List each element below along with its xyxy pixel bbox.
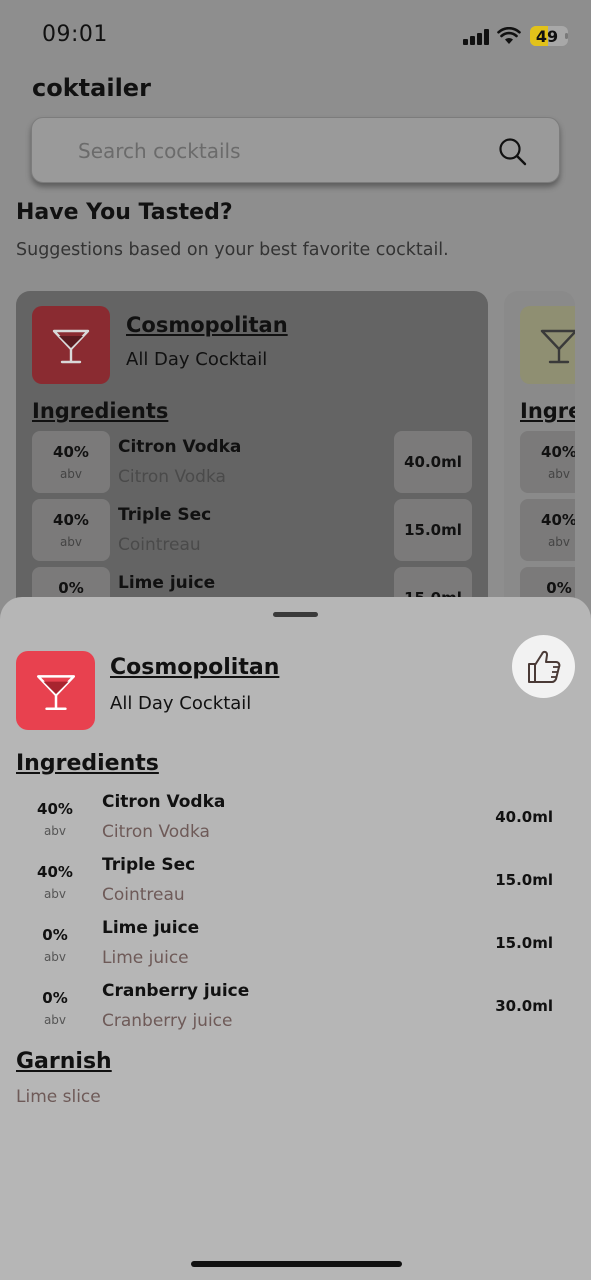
status-time: 09:01 [42, 22, 108, 47]
abv-value: 0% [42, 989, 68, 1007]
abv-label: abv [59, 467, 83, 481]
abv-label: abv [43, 1013, 67, 1027]
abv-value: 0% [42, 926, 68, 944]
ingredient-brand: Cranberry juice [102, 1011, 233, 1031]
garnish-title: Garnish [16, 1049, 112, 1074]
card-cocktail-name: Cosmopolitan [126, 313, 288, 337]
ingredient-amount: 30.0ml [495, 997, 553, 1015]
abv-value: 0% [546, 579, 572, 597]
abv-label: abv [43, 950, 67, 964]
cellular-signal-icon [463, 29, 489, 45]
sheet-grabber[interactable] [273, 612, 318, 617]
abv-value: 40% [37, 800, 73, 818]
ingredient-amount: 40.0ml [495, 808, 553, 826]
suggestions-subtitle: Suggestions based on your best favorite … [16, 240, 449, 260]
status-bar: 09:01 49 [0, 0, 591, 72]
ingredient-name: Citron Vodka [118, 437, 242, 457]
martini-glass-icon [540, 329, 575, 364]
abv-pill: 40% abv [32, 431, 110, 493]
amount-pill: 40.0ml [394, 431, 472, 493]
cocktail-thumbnail [520, 306, 575, 384]
ingredient-brand: Lime juice [102, 948, 189, 968]
ingredient-brand: Cointreau [102, 885, 185, 905]
ingredient-name: Cranberry juice [102, 981, 250, 1001]
ingredient-name: Lime juice [118, 573, 216, 593]
thumbs-up-icon [527, 650, 560, 683]
suggestion-card-next[interactable]: Ingre 40% abv 40% abv 0% [504, 291, 575, 621]
abv-value: 0% [58, 579, 84, 597]
ingredient-row: 40% abv Citron Vodka Citron Vodka 40.0ml [0, 790, 591, 853]
card-ingredients-title: Ingredients [32, 399, 169, 423]
martini-glass-icon [52, 329, 90, 364]
abv-label: abv [547, 535, 571, 549]
wifi-icon [497, 27, 521, 44]
cocktail-detail-sheet: Cosmopolitan All Day Cocktail Ingredient… [0, 597, 591, 1280]
battery-icon: 49 [530, 26, 568, 46]
home-indicator[interactable] [191, 1261, 402, 1267]
abv-pill: 40% abv [520, 431, 575, 493]
card-ingredients-title: Ingre [520, 399, 575, 423]
cocktail-thumbnail [32, 306, 110, 384]
ingredient-amount: 15.0ml [495, 871, 553, 889]
search-input[interactable] [78, 132, 478, 170]
abv-value: 40% [541, 511, 575, 529]
abv-label: abv [43, 824, 67, 838]
abv-value: 40% [37, 863, 73, 881]
ingredient-name: Lime juice [102, 918, 200, 938]
cocktail-name: Cosmopolitan [110, 655, 280, 680]
cocktail-thumbnail [16, 651, 95, 730]
ingredient-row: 0% abv Cranberry juice Cranberry juice 3… [0, 979, 591, 1042]
ingredient-row: 40% abv Triple Sec Cointreau 15.0ml [0, 853, 591, 916]
abv-label: abv [43, 887, 67, 901]
ingredient-name: Triple Sec [118, 505, 212, 525]
ingredient-brand: Citron Vodka [102, 822, 210, 842]
ingredient-amount: 15.0ml [495, 934, 553, 952]
card-cocktail-category: All Day Cocktail [126, 349, 268, 370]
abv-value: 40% [53, 511, 89, 529]
abv-label: abv [59, 535, 83, 549]
ingredient-amount: 15.0ml [404, 521, 462, 539]
ingredients-title: Ingredients [16, 751, 159, 776]
suggestion-card[interactable]: Cosmopolitan All Day Cocktail Ingredient… [16, 291, 488, 621]
suggestions-title: Have You Tasted? [16, 200, 233, 225]
abv-pill: 40% abv [32, 499, 110, 561]
abv-label: abv [547, 467, 571, 481]
app-title: coktailer [32, 74, 151, 102]
search-icon[interactable] [497, 136, 529, 168]
ingredient-brand: Citron Vodka [118, 467, 226, 487]
martini-glass-icon [36, 674, 75, 710]
abv-pill: 40% abv [520, 499, 575, 561]
abv-value: 40% [53, 443, 89, 461]
cocktail-category: All Day Cocktail [110, 693, 252, 714]
search-bar [31, 117, 560, 183]
ingredient-amount: 40.0ml [404, 453, 462, 471]
ingredient-brand: Cointreau [118, 535, 201, 555]
abv-value: 40% [541, 443, 575, 461]
ingredient-row: 0% abv Lime juice Lime juice 15.0ml [0, 916, 591, 979]
ingredient-name: Citron Vodka [102, 792, 226, 812]
ingredient-name: Triple Sec [102, 855, 196, 875]
amount-pill: 15.0ml [394, 499, 472, 561]
like-button[interactable] [512, 635, 575, 698]
battery-level: 49 [535, 27, 559, 46]
garnish-value: Lime slice [16, 1087, 101, 1107]
